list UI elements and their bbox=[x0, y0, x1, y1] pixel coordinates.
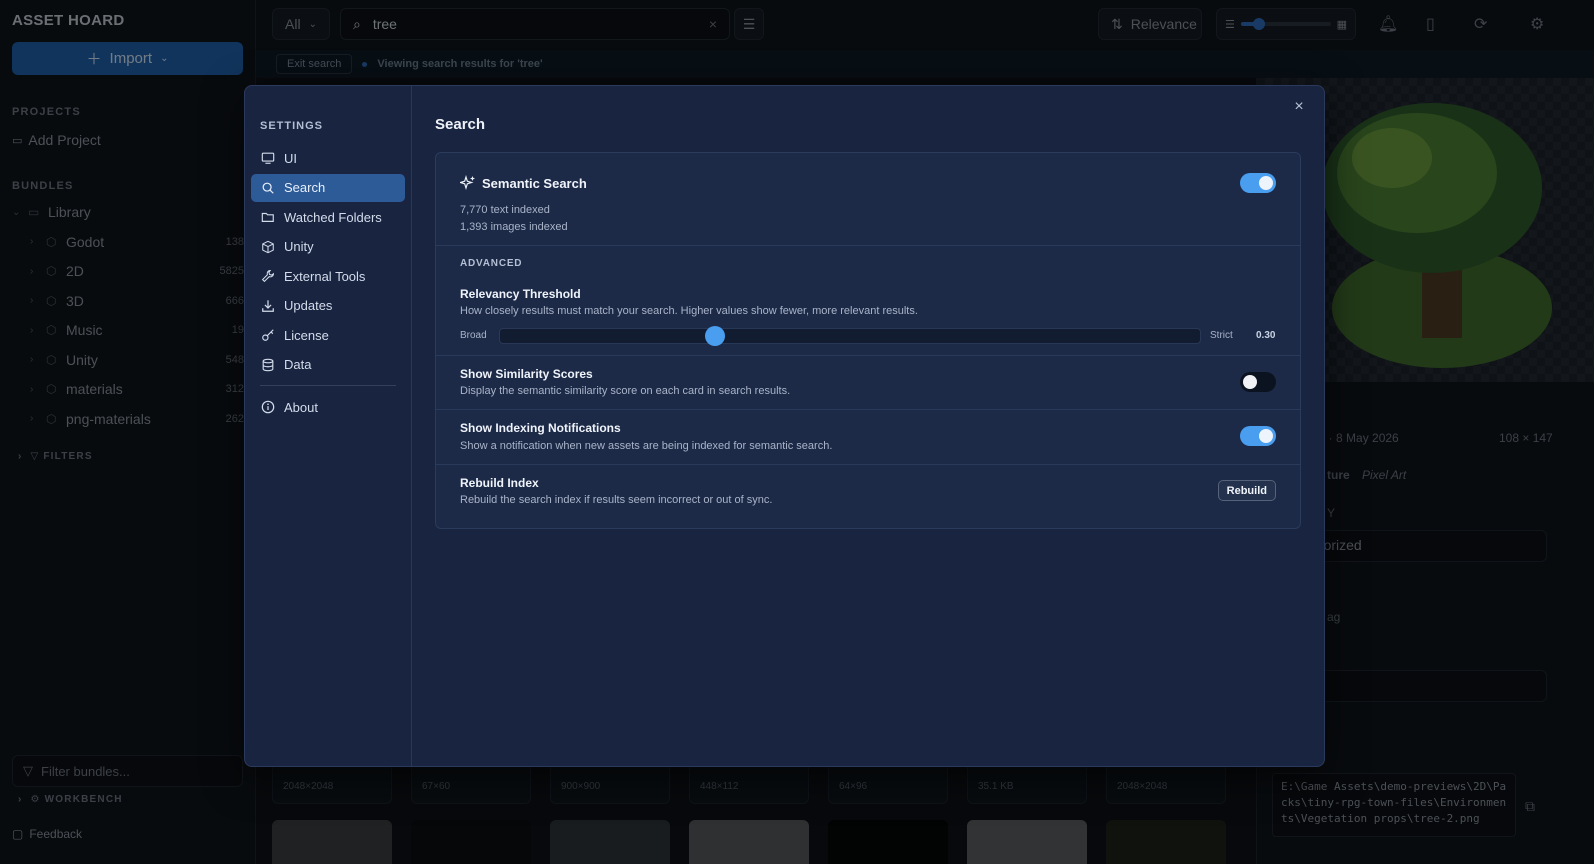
database-icon bbox=[262, 358, 274, 371]
rebuild-index-title: Rebuild Index bbox=[460, 476, 539, 490]
text-indexed-count: 7,770 text indexed bbox=[460, 204, 550, 216]
settings-nav-search[interactable]: Search bbox=[251, 173, 405, 202]
search-icon bbox=[262, 182, 274, 194]
settings-nav-unity[interactable]: Unity bbox=[251, 233, 405, 261]
relevancy-value: 0.30 bbox=[1256, 330, 1276, 341]
wrench-icon bbox=[261, 270, 274, 283]
info-icon bbox=[261, 400, 275, 414]
row-divider bbox=[436, 409, 1300, 410]
nav-label: Unity bbox=[284, 239, 314, 254]
nav-label: External Tools bbox=[284, 268, 366, 284]
nav-label: Updates bbox=[284, 298, 333, 313]
nav-label: Data bbox=[284, 357, 312, 372]
relevancy-description: How closely results must match your sear… bbox=[460, 305, 918, 317]
similarity-scores-title: Show Similarity Scores bbox=[460, 367, 593, 381]
semantic-search-toggle[interactable] bbox=[1240, 173, 1276, 193]
semantic-search-title: Semantic Search bbox=[482, 176, 587, 191]
rebuild-button[interactable]: Rebuild bbox=[1217, 480, 1276, 501]
settings-nav-about[interactable]: About bbox=[251, 393, 405, 421]
settings-nav-updates[interactable]: Updates bbox=[251, 292, 405, 320]
relevancy-slider[interactable] bbox=[499, 326, 1201, 346]
row-divider bbox=[436, 245, 1300, 246]
settings-nav-title: SETTINGS bbox=[260, 120, 324, 132]
cube-icon bbox=[262, 240, 274, 253]
folder-open-icon bbox=[261, 212, 274, 222]
search-settings-panel: Semantic Search 7,770 text indexed 1,393… bbox=[435, 152, 1301, 529]
indexing-notifications-toggle[interactable] bbox=[1240, 426, 1276, 446]
key-icon bbox=[262, 329, 274, 341]
settings-nav-external-tools[interactable]: External Tools bbox=[251, 262, 405, 290]
settings-nav: SETTINGS UI Search Watched Folders Unity Ext… bbox=[245, 86, 412, 766]
nav-label: Watched Folders bbox=[284, 209, 382, 225]
indexing-notifications-description: Show a notification when new assets are … bbox=[460, 440, 833, 452]
settings-nav-ui[interactable]: UI bbox=[251, 144, 405, 172]
nav-label: License bbox=[284, 327, 329, 343]
relevancy-slider-thumb[interactable] bbox=[704, 326, 725, 346]
relevancy-title: Relevancy Threshold bbox=[460, 287, 581, 301]
slider-max-label: Strict bbox=[1210, 330, 1233, 341]
settings-nav-watched-folders[interactable]: Watched Folders bbox=[251, 203, 405, 231]
settings-nav-license[interactable]: License bbox=[251, 321, 405, 349]
row-divider bbox=[436, 464, 1300, 465]
settings-modal: SETTINGS UI Search Watched Folders Unity Ext… bbox=[244, 85, 1325, 767]
row-divider bbox=[436, 355, 1300, 356]
settings-nav-data[interactable]: Data bbox=[251, 351, 405, 379]
nav-label: Search bbox=[284, 180, 326, 195]
about-label: About bbox=[284, 399, 318, 415]
advanced-label: ADVANCED bbox=[460, 258, 523, 269]
sparkles-icon bbox=[460, 175, 475, 191]
close-icon[interactable]: × bbox=[1290, 98, 1308, 116]
slider-min-label: Broad bbox=[460, 330, 487, 341]
settings-page-title: Search bbox=[435, 116, 486, 133]
similarity-scores-description: Display the semantic similarity score on… bbox=[460, 385, 791, 397]
nav-divider bbox=[260, 385, 396, 386]
images-indexed-count: 1,393 images indexed bbox=[460, 221, 568, 233]
download-icon bbox=[262, 299, 274, 312]
rebuild-index-description: Rebuild the search index if results seem… bbox=[460, 494, 773, 506]
similarity-scores-toggle[interactable] bbox=[1240, 372, 1276, 392]
monitor-icon bbox=[261, 152, 275, 164]
indexing-notifications-title: Show Indexing Notifications bbox=[460, 421, 621, 435]
nav-label: UI bbox=[284, 150, 297, 166]
